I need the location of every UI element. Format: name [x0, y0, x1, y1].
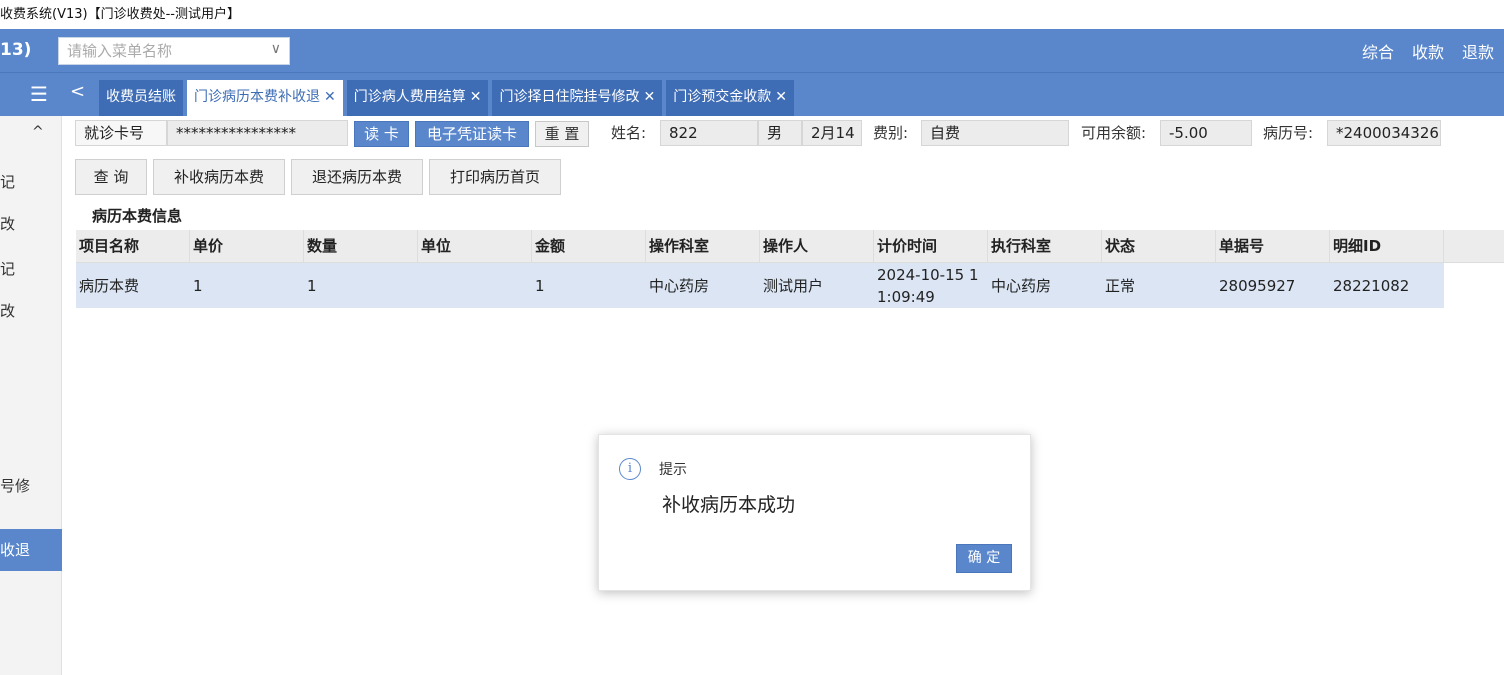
close-icon[interactable]: ✕: [324, 89, 336, 105]
record-no-label: 病历号:: [1263, 124, 1314, 142]
tab-cashier-settlement[interactable]: 收费员结账: [99, 80, 183, 116]
fee-type-label: 费别:: [873, 124, 909, 142]
menu-search-input[interactable]: [59, 38, 259, 64]
column-header[interactable]: 操作人: [760, 230, 874, 262]
app-version: 13): [0, 40, 32, 60]
record-no-field: *2400034326: [1327, 120, 1441, 146]
sidebar-item-active[interactable]: 收退: [0, 529, 62, 571]
top-action-refund[interactable]: 退款: [1462, 39, 1494, 63]
dialog-title: 提示: [659, 462, 687, 478]
top-navbar: 13) ∨ 综合 收款 退款: [0, 29, 1504, 72]
query-button[interactable]: 查 询: [75, 159, 147, 195]
chevron-left-icon[interactable]: <: [70, 81, 85, 102]
top-action-summary[interactable]: 综合: [1362, 39, 1394, 63]
column-header[interactable]: 计价时间: [874, 230, 988, 262]
column-header[interactable]: 单位: [418, 230, 532, 262]
print-record-button[interactable]: 打印病历首页: [429, 159, 561, 195]
tabs: 收费员结账 门诊病历本费补收退 ✕ 门诊病人费用结算 ✕ 门诊择日住院挂号修改 ✕ 门…: [99, 80, 794, 116]
gender-field: 男: [758, 120, 802, 146]
card-label: 就诊卡号: [75, 120, 167, 146]
section-title: 病历本费信息: [92, 207, 183, 225]
fee-type-field: 自费: [921, 120, 1069, 146]
tab-inpatient-register-edit[interactable]: 门诊择日住院挂号修改 ✕: [492, 80, 663, 116]
column-header[interactable]: 数量: [304, 230, 418, 262]
window-title: 收费系统(V13)【门诊收费处--测试用户】: [0, 0, 1504, 29]
alert-dialog: i 提示 补收病历本成功 确 定: [598, 434, 1031, 591]
table-cell: 1: [193, 276, 203, 295]
name-label: 姓名:: [611, 124, 647, 142]
chevron-up-icon[interactable]: ^: [32, 124, 44, 140]
name-field: 822: [660, 120, 758, 146]
table-cell: 正常: [1105, 276, 1136, 295]
table-cell: 中心药房: [649, 276, 710, 295]
menu-toggle-icon[interactable]: ☰: [30, 82, 48, 106]
column-header[interactable]: 单价: [190, 230, 304, 262]
table-cell: 1: [307, 276, 317, 295]
table-header-filler: [1444, 230, 1504, 263]
balance-label: 可用余额:: [1081, 124, 1147, 142]
sidebar-item-1[interactable]: 记: [0, 161, 62, 203]
tab-patient-settlement[interactable]: 门诊病人费用结算 ✕: [346, 80, 489, 116]
column-header[interactable]: 状态: [1102, 230, 1216, 262]
table-cell: [418, 263, 532, 308]
column-header[interactable]: 金额: [532, 230, 646, 262]
balance-field: -5.00: [1160, 120, 1252, 146]
table-cell: 中心药房: [991, 276, 1052, 295]
main-content: 就诊卡号 **************** 读 卡 电子凭证读卡 重 置 姓名:…: [62, 116, 1504, 675]
top-actions: 综合 收款 退款: [1362, 29, 1494, 72]
age-field: 2月14: [802, 120, 862, 146]
reset-button[interactable]: 重 置: [535, 121, 589, 147]
charge-record-fee-button[interactable]: 补收病历本费: [153, 159, 285, 195]
column-header[interactable]: 明细ID: [1330, 230, 1444, 262]
table-cell: 病历本费: [79, 276, 140, 295]
close-icon[interactable]: ✕: [775, 89, 787, 105]
column-header[interactable]: 项目名称: [76, 230, 190, 262]
sidebar: ^ 记 改 记 改 号修 收退: [0, 116, 62, 675]
ok-button[interactable]: 确 定: [956, 544, 1012, 573]
column-header[interactable]: 单据号: [1216, 230, 1330, 262]
table-cell: 2024-10-15 11:09:49: [877, 265, 979, 306]
table-cell: 28221082: [1333, 276, 1410, 295]
sidebar-item-5[interactable]: 号修: [0, 465, 62, 507]
table-cell: 28095927: [1219, 276, 1296, 295]
tab-deposit[interactable]: 门诊预交金收款 ✕: [666, 80, 794, 116]
table-row[interactable]: 病历本费 1 1 1 中心药房 测试用户 2024-10-15 11:09:49…: [76, 263, 1444, 308]
refund-record-fee-button[interactable]: 退还病历本费: [291, 159, 423, 195]
fee-table: 项目名称 单价 数量 单位 金额 操作科室 操作人 计价时间 执行科室 状态 单…: [76, 230, 1444, 308]
sidebar-item-2[interactable]: 改: [0, 203, 62, 245]
chevron-down-icon[interactable]: ∨: [271, 41, 281, 57]
table-header: 项目名称 单价 数量 单位 金额 操作科室 操作人 计价时间 执行科室 状态 单…: [76, 230, 1444, 263]
sidebar-item-4[interactable]: 改: [0, 290, 62, 332]
close-icon[interactable]: ✕: [643, 89, 655, 105]
card-number-field[interactable]: ****************: [167, 120, 348, 146]
read-card-button[interactable]: 读 卡: [354, 121, 409, 147]
menu-search[interactable]: ∨: [58, 37, 290, 65]
column-header[interactable]: 执行科室: [988, 230, 1102, 262]
column-header[interactable]: 操作科室: [646, 230, 760, 262]
table-cell: 测试用户: [763, 276, 824, 295]
tab-strip: ☰ < 收费员结账 门诊病历本费补收退 ✕ 门诊病人费用结算 ✕ 门诊择日住院挂号修…: [0, 72, 1504, 116]
close-icon[interactable]: ✕: [470, 89, 482, 105]
e-voucher-read-button[interactable]: 电子凭证读卡: [415, 121, 529, 147]
info-icon: i: [619, 458, 641, 480]
sidebar-item-3[interactable]: 记: [0, 248, 62, 290]
tab-record-fee[interactable]: 门诊病历本费补收退 ✕: [187, 80, 343, 116]
table-cell: 1: [535, 276, 545, 295]
dialog-message: 补收病历本成功: [662, 494, 796, 516]
top-action-collect[interactable]: 收款: [1412, 39, 1444, 63]
